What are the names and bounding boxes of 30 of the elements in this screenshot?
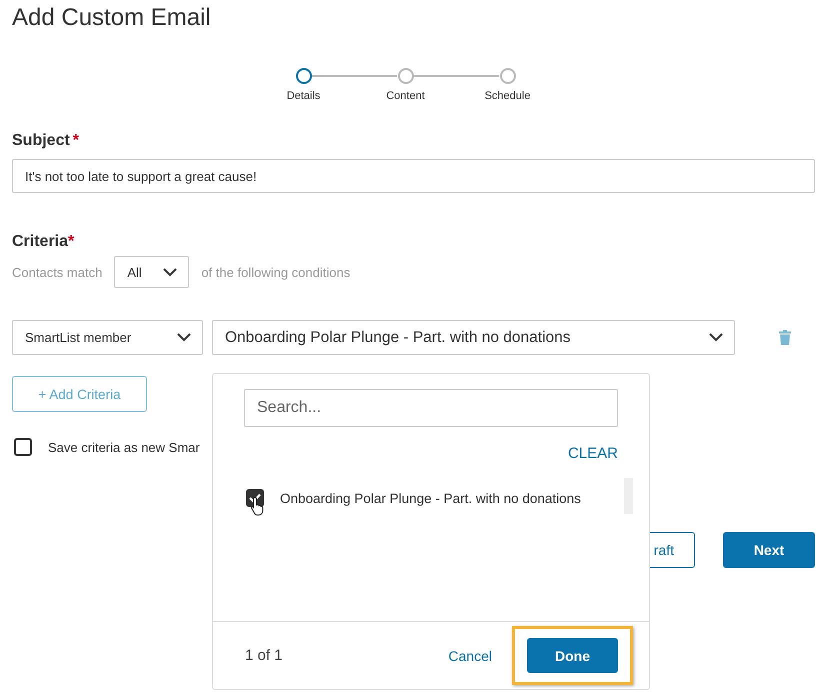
checkbox[interactable] (14, 438, 32, 456)
step-label: Schedule (484, 90, 530, 102)
required-mark: * (72, 132, 80, 149)
match-label: Contacts match (12, 264, 102, 280)
step-marker[interactable] (296, 68, 312, 84)
step-marker[interactable] (398, 68, 414, 84)
required-mark: * (68, 233, 74, 250)
chevron-down-icon (177, 333, 191, 342)
step-label: Content (386, 90, 425, 102)
option-label[interactable]: Onboarding Polar Plunge - Part. with no donations (280, 490, 581, 506)
chevron-down-icon (163, 268, 178, 276)
done-button[interactable]: Done (527, 638, 618, 673)
trash-icon[interactable] (779, 330, 791, 345)
result-count: 1 of 1 (245, 647, 284, 664)
subject-label: Subject (12, 132, 70, 149)
match-suffix: of the following conditions (201, 264, 350, 280)
step-marker[interactable] (500, 68, 516, 84)
checkbox-label: Save criteria as new Smar (48, 440, 200, 454)
page-title: Add Custom Email (12, 4, 212, 32)
subject-field[interactable]: It's not too late to support a great cause! (12, 159, 815, 193)
next-button[interactable]: Next (723, 532, 815, 568)
match-select[interactable]: All (114, 256, 190, 288)
search-field[interactable]: Search... (244, 389, 618, 427)
criteria-label: Criteria (12, 233, 68, 250)
chevron-down-icon (709, 333, 723, 342)
cancel-link[interactable]: Cancel (442, 646, 498, 664)
field-select[interactable]: SmartList member (12, 320, 203, 355)
step-label: Details (286, 90, 320, 102)
value-select[interactable]: Onboarding Polar Plunge - Part. with no donations (212, 320, 735, 355)
clear-link[interactable]: CLEAR (568, 445, 618, 462)
